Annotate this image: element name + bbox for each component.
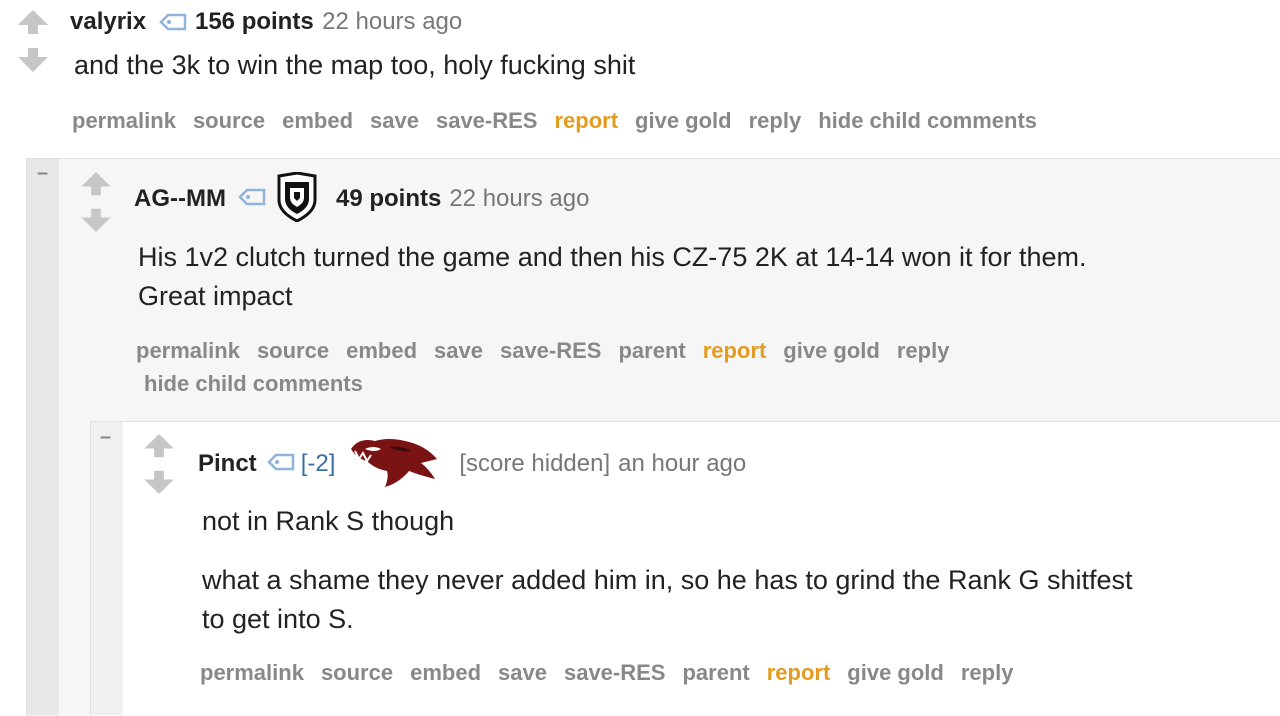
comment-paragraph: to get into S.: [202, 604, 354, 634]
reply-link[interactable]: reply: [749, 108, 802, 134]
save-res-link[interactable]: save-RES: [500, 338, 602, 364]
embed-link[interactable]: embed: [282, 108, 353, 134]
report-link[interactable]: report: [554, 108, 618, 134]
comment-score: [score hidden]: [459, 450, 611, 477]
parent-link[interactable]: parent: [682, 660, 749, 686]
comment-body: and the 3k to win the map too, holy fuck…: [74, 46, 635, 85]
user-tag-icon[interactable]: [158, 13, 187, 36]
upvote-arrow-icon[interactable]: [144, 433, 174, 458]
comment-actions: permalink source embed save save-RES parent re…: [200, 660, 1030, 686]
comment-time: 22 hours ago: [449, 185, 590, 212]
comment-paragraph: His 1v2 clutch turned the game and then …: [138, 242, 1087, 272]
comment-header: Pinct [-2] [score hidden] an hour ago: [198, 437, 746, 491]
comment-score: 49 points: [335, 185, 442, 212]
embed-link[interactable]: embed: [410, 660, 481, 686]
save-link[interactable]: save: [434, 338, 483, 364]
team-panther-icon: [349, 435, 441, 494]
source-link[interactable]: source: [321, 660, 393, 686]
vote-arrows: [142, 432, 176, 496]
user-tag-icon[interactable]: [238, 188, 266, 211]
source-link[interactable]: source: [257, 338, 329, 364]
collapse-toggle[interactable]: –: [37, 162, 48, 185]
reply-link[interactable]: reply: [961, 660, 1014, 686]
comment-header: AG--MM 49 points 22 hours ago: [134, 170, 590, 227]
vote-arrows: [79, 170, 113, 234]
comment-paragraph: not in Rank S though: [202, 506, 455, 536]
comment-body: His 1v2 clutch turned the game and then …: [138, 238, 1268, 316]
comment-score: 156 points: [194, 8, 314, 35]
comment-paragraph: Great impact: [138, 281, 293, 311]
reply-link[interactable]: reply: [897, 338, 950, 364]
comment-paragraph: what a shame they never added him in, so…: [202, 565, 1133, 595]
comment-author[interactable]: Pinct: [198, 450, 257, 478]
comment-time: 22 hours ago: [322, 8, 463, 35]
downvote-arrow-icon[interactable]: [18, 48, 48, 72]
upvote-arrow-icon[interactable]: [81, 171, 111, 196]
team-shield-icon: [276, 170, 318, 227]
downvote-arrow-icon[interactable]: [144, 470, 174, 495]
permalink-link[interactable]: permalink: [200, 660, 304, 686]
comment-actions: permalink source embed save save-RES report gi…: [72, 108, 1054, 134]
user-tag-icon[interactable]: [266, 453, 295, 476]
report-link[interactable]: report: [767, 660, 831, 686]
give-gold-link[interactable]: give gold: [635, 108, 732, 134]
save-res-link[interactable]: save-RES: [436, 108, 538, 134]
comment-actions: permalink source embed save save-RES parent re…: [136, 338, 966, 364]
embed-link[interactable]: embed: [346, 338, 417, 364]
comment-body: not in Rank S though what a shame they n…: [202, 502, 1272, 639]
comment-actions-line2: hide child comments: [144, 371, 380, 397]
permalink-link[interactable]: permalink: [136, 338, 240, 364]
comment-author[interactable]: valyrix: [70, 8, 146, 35]
comment-header: valyrix 156 points 22 hours ago: [70, 8, 462, 40]
hide-child-comments-link[interactable]: hide child comments: [818, 108, 1037, 134]
give-gold-link[interactable]: give gold: [847, 660, 944, 686]
save-res-link[interactable]: save-RES: [564, 660, 666, 686]
report-link[interactable]: report: [703, 338, 767, 364]
comment-paragraph: and the 3k to win the map too, holy fuck…: [74, 50, 636, 80]
vote-arrows: [16, 8, 50, 72]
collapse-bar[interactable]: [91, 422, 123, 715]
comment-author[interactable]: AG--MM: [134, 185, 226, 213]
downvote-arrow-icon[interactable]: [81, 208, 111, 233]
upvote-arrow-icon[interactable]: [18, 10, 48, 34]
save-link[interactable]: save: [370, 108, 419, 134]
source-link[interactable]: source: [193, 108, 265, 134]
collapse-toggle[interactable]: –: [100, 426, 111, 449]
give-gold-link[interactable]: give gold: [783, 338, 880, 364]
hide-child-comments-link[interactable]: hide child comments: [144, 371, 363, 397]
karma-tag: [-2]: [300, 450, 336, 477]
parent-link[interactable]: parent: [618, 338, 685, 364]
collapse-bar[interactable]: [27, 159, 59, 715]
permalink-link[interactable]: permalink: [72, 108, 176, 134]
comment-time: an hour ago: [618, 450, 747, 477]
save-link[interactable]: save: [498, 660, 547, 686]
